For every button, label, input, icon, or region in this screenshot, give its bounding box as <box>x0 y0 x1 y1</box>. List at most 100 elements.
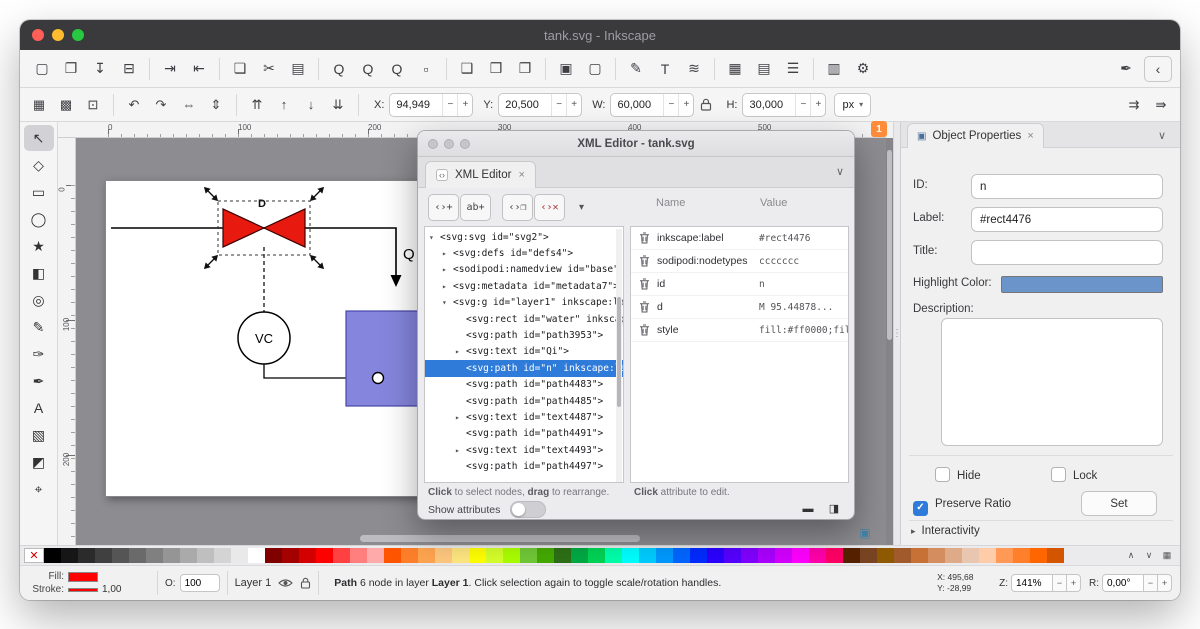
palette-swatch[interactable] <box>894 548 911 563</box>
rotate-plus-button[interactable]: + <box>1158 574 1172 592</box>
gradient-tool-button[interactable]: ▧ <box>24 422 54 448</box>
collapse-commands-bar-button[interactable]: ‹ <box>1144 56 1172 82</box>
palette-swatch[interactable] <box>707 548 724 563</box>
zoom-page-button[interactable]: Q <box>383 55 411 83</box>
palette-swatch[interactable] <box>418 548 435 563</box>
palette-swatch[interactable] <box>622 548 639 563</box>
palette-swatch[interactable] <box>180 548 197 563</box>
layout-vertical-button[interactable]: ◨ <box>824 500 844 517</box>
snap-settings-button[interactable]: ✒ <box>1112 55 1140 83</box>
palette-swatch[interactable] <box>945 548 962 563</box>
palette-swatch[interactable] <box>384 548 401 563</box>
expander-icon[interactable]: ▾ <box>442 298 453 307</box>
expander-icon[interactable]: ▸ <box>455 446 466 455</box>
move-patterns-toggle-button[interactable]: ⇛ <box>1148 92 1174 118</box>
palette-swatch[interactable] <box>44 548 61 563</box>
palette-swatch[interactable] <box>928 548 945 563</box>
palette-swatch[interactable] <box>877 548 894 563</box>
w-decrement-button[interactable]: − <box>663 94 678 116</box>
palette-swatch[interactable] <box>486 548 503 563</box>
spiral-tool-button[interactable]: ◎ <box>24 287 54 313</box>
palette-scroll-down-button[interactable]: ∨ <box>1140 548 1158 564</box>
palette-swatch[interactable] <box>452 548 469 563</box>
expander-icon[interactable]: ▸ <box>442 249 453 258</box>
palette-swatch[interactable] <box>979 548 996 563</box>
scale-handle-sw[interactable] <box>201 252 220 271</box>
palette-swatch[interactable] <box>996 548 1013 563</box>
flip-horizontal-button[interactable]: ⇔ <box>176 92 202 118</box>
ungroup-button[interactable]: ▢ <box>581 55 609 83</box>
star-tool-button[interactable]: ★ <box>24 233 54 259</box>
fill-stroke-dialog-button[interactable]: ✎ <box>622 55 650 83</box>
stroke-swatch[interactable] <box>68 588 98 592</box>
copy-button[interactable]: ❏ <box>226 55 254 83</box>
select-all-layers-button[interactable]: ▩ <box>53 92 79 118</box>
new-text-node-button[interactable]: ab+ <box>460 194 491 221</box>
palette-swatch[interactable] <box>588 548 605 563</box>
vertical-scrollbar[interactable] <box>886 138 893 545</box>
palette-swatch[interactable] <box>673 548 690 563</box>
palette-config-button[interactable]: ▦ <box>1158 548 1176 564</box>
xml-zoom-button[interactable] <box>460 139 470 149</box>
lower-button[interactable]: ↓ <box>298 92 324 118</box>
palette-swatch[interactable] <box>299 548 316 563</box>
group-button[interactable]: ▣ <box>552 55 580 83</box>
palette-swatch[interactable] <box>265 548 282 563</box>
palette-swatch[interactable] <box>503 548 520 563</box>
lock-ratio-button[interactable] <box>696 93 716 117</box>
xml-tree-node[interactable]: <svg:path id="path4491"> <box>425 426 623 442</box>
cut-button[interactable]: ✂ <box>255 55 283 83</box>
filters-dialog-button[interactable]: ≋ <box>680 55 708 83</box>
palette-swatch[interactable] <box>605 548 622 563</box>
xml-tree-node[interactable]: ▸<svg:text id="text4487"> <box>425 409 623 425</box>
palette-swatch[interactable] <box>1047 548 1064 563</box>
palette-swatch[interactable] <box>401 548 418 563</box>
palette-swatch[interactable] <box>639 548 656 563</box>
expander-icon[interactable]: ▸ <box>442 282 453 291</box>
attribute-row[interactable]: sodipodi:nodetypesccccccc <box>631 250 848 273</box>
palette-swatch[interactable] <box>962 548 979 563</box>
w-increment-button[interactable]: + <box>678 94 693 116</box>
palette-swatch[interactable] <box>61 548 78 563</box>
preserve-ratio-checkbox[interactable]: ✓ <box>913 501 928 516</box>
rotation-input[interactable] <box>1102 574 1144 592</box>
document-properties-button[interactable]: ▥ <box>820 55 848 83</box>
palette-swatch[interactable] <box>809 548 826 563</box>
paint-bucket-tool-button[interactable]: ◩ <box>24 449 54 475</box>
label-input[interactable] <box>971 207 1163 232</box>
description-textarea[interactable] <box>941 318 1163 446</box>
xml-tree-node[interactable]: <svg:path id="path3953"> <box>425 327 623 343</box>
expander-icon[interactable]: ▾ <box>429 233 440 242</box>
zoom-drawing-button[interactable]: Q <box>354 55 382 83</box>
palette-swatch[interactable] <box>316 548 333 563</box>
scale-handle-se[interactable] <box>307 252 326 271</box>
delete-attribute-button[interactable] <box>631 301 657 313</box>
y-decrement-button[interactable]: − <box>551 94 566 116</box>
xml-tree-node[interactable]: ▾<svg:g id="layer1" inkscape:labe <box>425 295 623 311</box>
palette-swatch[interactable] <box>826 548 843 563</box>
valve-right-triangle[interactable] <box>264 209 305 247</box>
align-dialog-button[interactable]: ☰ <box>779 55 807 83</box>
palette-swatch[interactable] <box>435 548 452 563</box>
scale-handle-ne[interactable] <box>307 184 326 203</box>
scale-stroke-toggle-button[interactable]: ⇉ <box>1121 92 1147 118</box>
connection-node[interactable] <box>373 373 384 384</box>
xml-editor-dialog-button[interactable]: ▦ <box>721 55 749 83</box>
palette-swatch[interactable] <box>792 548 809 563</box>
select-all-button[interactable]: ▦ <box>26 92 52 118</box>
raise-to-top-button[interactable]: ⇈ <box>244 92 270 118</box>
scale-handle-nw[interactable] <box>201 184 220 203</box>
palette-swatch[interactable] <box>758 548 775 563</box>
palette-swatch[interactable] <box>214 548 231 563</box>
close-tab-icon[interactable]: × <box>1027 130 1033 142</box>
w-input[interactable] <box>611 94 663 116</box>
palette-swatch[interactable] <box>1030 548 1047 563</box>
xml-tree-node[interactable]: ▸<svg:text id="Qi"> <box>425 344 623 360</box>
xml-close-button[interactable] <box>428 139 438 149</box>
scrollbar-thumb[interactable] <box>617 297 621 407</box>
palette-swatch[interactable] <box>350 548 367 563</box>
y-input[interactable] <box>499 94 551 116</box>
tab-object-properties[interactable]: ▣ Object Properties × <box>907 123 1044 148</box>
dock-collapse-button[interactable]: ∨ <box>1152 126 1172 144</box>
palette-swatch[interactable] <box>282 548 299 563</box>
